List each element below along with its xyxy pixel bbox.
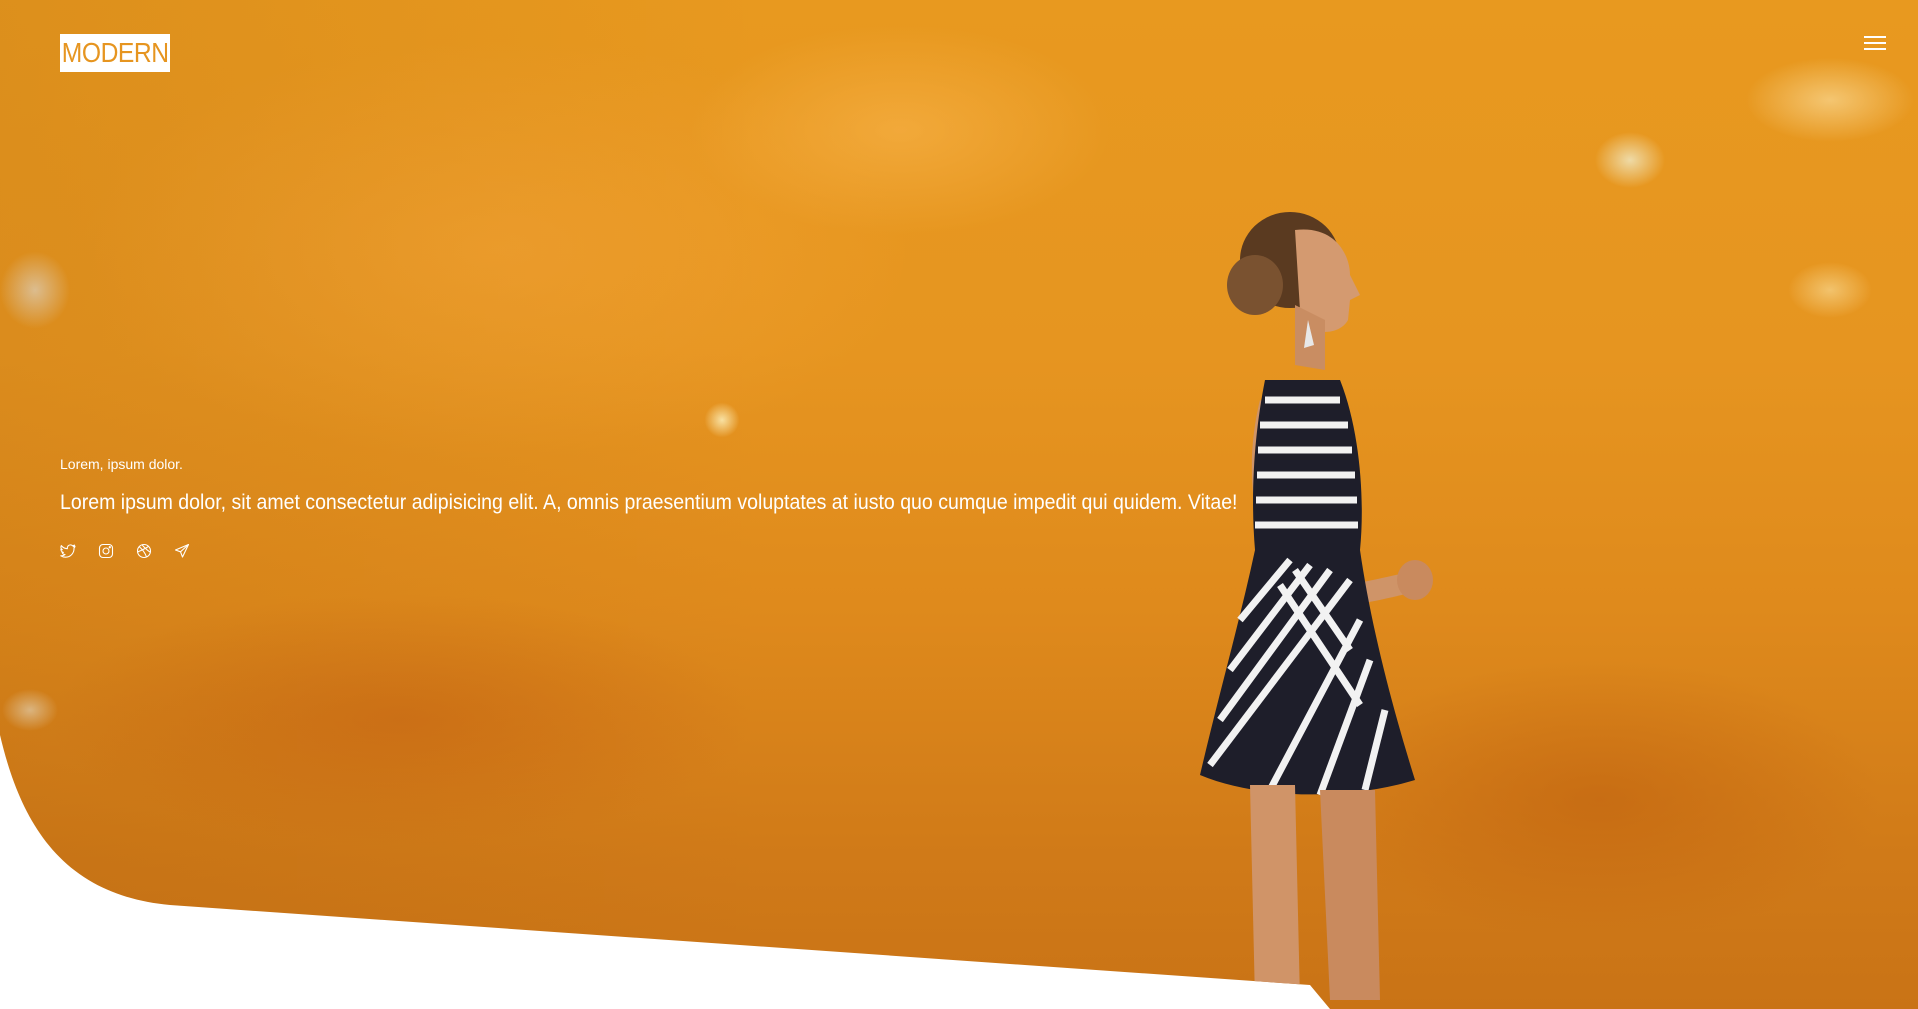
hero-headline: Lorem ipsum dolor, sit amet consectetur …: [60, 491, 1238, 514]
dribbble-icon[interactable]: [136, 543, 152, 559]
menu-line: [1864, 36, 1886, 38]
hamburger-menu-icon[interactable]: [1862, 33, 1888, 53]
menu-line: [1864, 42, 1886, 44]
telegram-icon[interactable]: [174, 543, 190, 559]
hero-eyebrow: Lorem, ipsum dolor.: [60, 456, 183, 472]
site-logo[interactable]: MODERN: [60, 34, 171, 72]
hero-content: Lorem, ipsum dolor. Lorem ipsum dolor, s…: [60, 455, 1326, 559]
page: MODERN Lorem, ipsum dolor. Lorem ipsum d…: [0, 0, 1918, 1009]
menu-line: [1864, 48, 1886, 50]
twitter-icon[interactable]: [60, 543, 76, 559]
social-links: [60, 543, 1326, 559]
woman-figure-image: [1200, 200, 1530, 1000]
instagram-icon[interactable]: [98, 543, 114, 559]
